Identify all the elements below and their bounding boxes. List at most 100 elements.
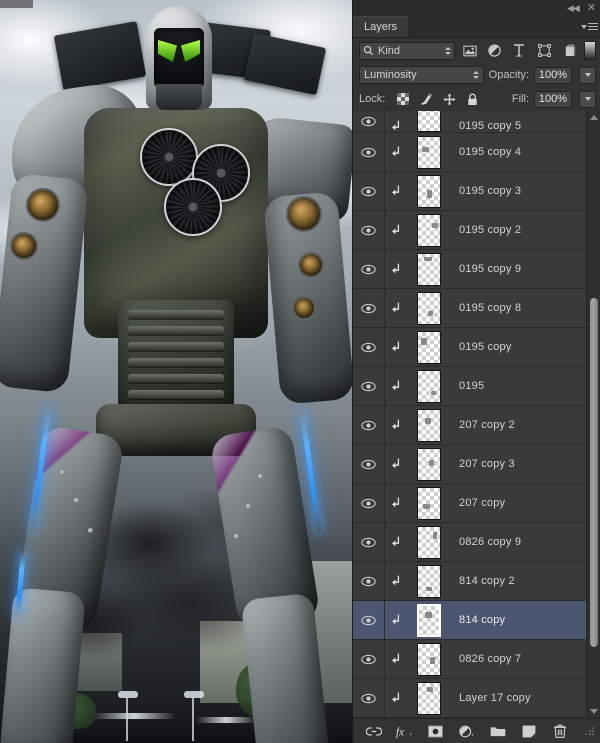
layer-visibility-toggle[interactable] <box>353 406 385 444</box>
lock-position-icon[interactable] <box>442 92 456 106</box>
layer-visibility-toggle[interactable] <box>353 328 385 366</box>
layer-thumbnail-cell[interactable] <box>407 642 451 676</box>
layer-thumbnail[interactable] <box>417 642 441 676</box>
layer-thumbnail[interactable] <box>417 213 441 247</box>
layer-thumbnail[interactable] <box>417 135 441 169</box>
filter-kind-select[interactable]: Kind <box>359 41 455 60</box>
layer-thumbnail-cell[interactable] <box>407 213 451 247</box>
layer-row[interactable]: 0195 copy 8 <box>353 289 586 328</box>
layer-thumbnail-cell[interactable] <box>407 447 451 481</box>
layer-thumbnail-cell[interactable] <box>407 369 451 403</box>
layer-thumbnail-cell[interactable] <box>407 291 451 325</box>
layer-visibility-toggle[interactable] <box>353 111 385 132</box>
layer-visibility-toggle[interactable] <box>353 445 385 483</box>
layer-row[interactable]: 0826 copy 7 <box>353 640 586 679</box>
layer-thumbnail-cell[interactable] <box>407 330 451 364</box>
new-group-icon[interactable] <box>489 723 506 740</box>
layer-thumbnail[interactable] <box>417 447 441 481</box>
layer-thumbnail[interactable] <box>417 174 441 208</box>
layer-row[interactable]: 814 copy <box>353 601 586 640</box>
layer-thumbnail[interactable] <box>417 111 441 132</box>
layer-thumbnail-cell[interactable] <box>407 681 451 715</box>
layer-visibility-toggle[interactable] <box>353 679 385 717</box>
blend-mode-stepper[interactable] <box>472 71 479 79</box>
delete-layer-icon[interactable] <box>551 723 568 740</box>
layer-thumbnail[interactable] <box>417 369 441 403</box>
layer-thumbnail[interactable] <box>417 525 441 559</box>
layer-row[interactable]: 0195 <box>353 367 586 406</box>
filter-shape-layers-icon[interactable] <box>534 41 554 61</box>
layer-visibility-toggle[interactable] <box>353 640 385 678</box>
lock-image-pixels-icon[interactable] <box>419 92 433 106</box>
filter-kind-stepper[interactable] <box>444 46 451 55</box>
close-icon[interactable]: ✕ <box>587 2 596 14</box>
layer-row[interactable]: 0195 copy <box>353 328 586 367</box>
scrollbar-track[interactable] <box>587 124 600 705</box>
layer-thumbnail-cell[interactable] <box>407 525 451 559</box>
layer-thumbnail-cell[interactable] <box>407 408 451 442</box>
layer-thumbnail-cell[interactable] <box>407 252 451 286</box>
fill-value[interactable]: 100% <box>534 90 572 108</box>
lock-transparent-pixels-icon[interactable] <box>396 92 410 106</box>
layer-visibility-toggle[interactable] <box>353 211 385 249</box>
layer-thumbnail[interactable] <box>417 564 441 598</box>
layer-visibility-toggle[interactable] <box>353 172 385 210</box>
layer-visibility-toggle[interactable] <box>353 523 385 561</box>
collapse-to-icons-icon[interactable]: ◀◀ <box>567 3 580 13</box>
scroll-up-arrow[interactable] <box>587 111 600 124</box>
layer-row[interactable]: 0195 copy 3 <box>353 172 586 211</box>
layer-visibility-toggle[interactable] <box>353 562 385 600</box>
opacity-value[interactable]: 100% <box>534 66 572 84</box>
layer-row[interactable]: 0195 copy 9 <box>353 250 586 289</box>
layer-row[interactable]: Layer 17 copy <box>353 679 586 718</box>
layer-row[interactable]: 207 copy 3 <box>353 445 586 484</box>
layer-row[interactable]: 207 copy 2 <box>353 406 586 445</box>
layer-row[interactable]: 0195 copy 4 <box>353 133 586 172</box>
scroll-down-arrow[interactable] <box>587 705 600 718</box>
blend-mode-select[interactable]: Luminosity <box>359 66 484 84</box>
filter-pixel-layers-icon[interactable] <box>460 41 480 61</box>
layer-thumbnail[interactable] <box>417 291 441 325</box>
filter-type-layers-icon[interactable] <box>509 41 529 61</box>
fill-dropdown-icon[interactable] <box>579 90 596 108</box>
layer-thumbnail[interactable] <box>417 408 441 442</box>
layer-list[interactable]: 0195 copy 5 0195 copy 4 0195 copy 3 0195 co… <box>353 111 600 718</box>
lock-all-icon[interactable] <box>465 92 479 106</box>
filter-smart-object-icon[interactable] <box>559 41 579 61</box>
panel-menu-icon[interactable] <box>578 16 600 37</box>
layer-row[interactable]: 0826 copy 9 <box>353 523 586 562</box>
layer-thumbnail-cell[interactable] <box>407 486 451 520</box>
new-adjustment-layer-icon[interactable] <box>458 723 475 740</box>
add-layer-mask-icon[interactable] <box>427 723 444 740</box>
filter-enable-toggle[interactable] <box>584 41 597 60</box>
layer-row[interactable]: 207 copy <box>353 484 586 523</box>
scrollbar-thumb[interactable] <box>590 298 598 647</box>
layer-thumbnail-cell[interactable] <box>407 603 451 637</box>
layer-visibility-toggle[interactable] <box>353 250 385 288</box>
document-canvas[interactable] <box>0 0 352 743</box>
link-layers-icon[interactable] <box>365 723 382 740</box>
layer-row[interactable]: 0195 copy 2 <box>353 211 586 250</box>
opacity-dropdown-icon[interactable] <box>579 66 596 84</box>
layer-style-fx-icon[interactable]: fx <box>396 723 413 740</box>
layer-thumbnail[interactable] <box>417 252 441 286</box>
layer-visibility-toggle[interactable] <box>353 367 385 405</box>
layer-visibility-toggle[interactable] <box>353 601 385 639</box>
layer-row[interactable]: 814 copy 2 <box>353 562 586 601</box>
layer-thumbnail-cell[interactable] <box>407 135 451 169</box>
layer-thumbnail-cell[interactable] <box>407 174 451 208</box>
layer-list-scrollbar[interactable] <box>586 111 600 718</box>
layer-row[interactable]: 0195 copy 5 <box>353 111 586 133</box>
layer-thumbnail[interactable] <box>417 681 441 715</box>
layer-thumbnail[interactable] <box>417 486 441 520</box>
layer-visibility-toggle[interactable] <box>353 133 385 171</box>
layer-thumbnail-cell[interactable] <box>407 564 451 598</box>
layer-thumbnail-cell[interactable] <box>407 111 451 132</box>
new-layer-icon[interactable] <box>520 723 537 740</box>
layer-visibility-toggle[interactable] <box>353 289 385 327</box>
panel-resize-grip[interactable] <box>584 726 594 736</box>
filter-adjustment-layers-icon[interactable] <box>484 41 504 61</box>
layer-visibility-toggle[interactable] <box>353 484 385 522</box>
tab-layers[interactable]: Layers <box>353 16 410 37</box>
layer-thumbnail[interactable] <box>417 603 441 637</box>
